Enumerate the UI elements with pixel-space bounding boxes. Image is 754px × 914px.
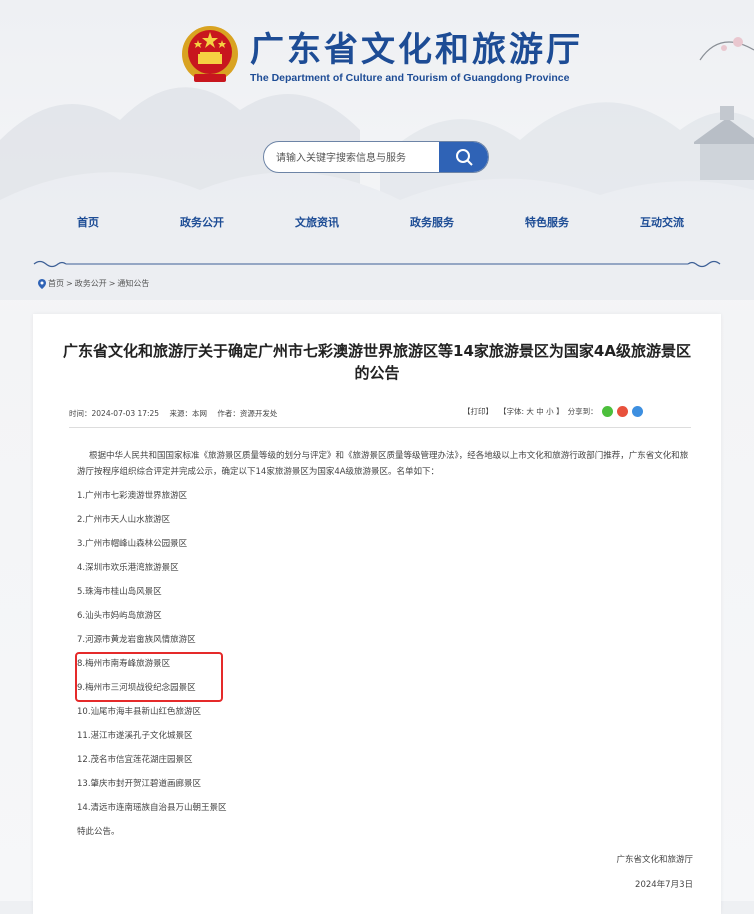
highlight-box (75, 652, 223, 702)
list-item: 12.茂名市信宜莲花湖庄园景区 (77, 755, 193, 765)
publish-time: 时间：2024-07-03 17:25 (69, 409, 160, 418)
print-button[interactable]: 【打印】 (463, 406, 493, 417)
search-input[interactable] (264, 142, 456, 172)
list-item: 10.汕尾市海丰县新山红色旅游区 (77, 707, 202, 717)
search-icon (456, 149, 473, 166)
site-title: 广东省文化和旅游厅 (250, 30, 583, 70)
weibo-share-icon[interactable] (616, 406, 628, 417)
article-author: 作者：资源开发处 (217, 409, 278, 418)
search-button[interactable] (439, 142, 488, 172)
site-subtitle: The Department of Culture and Tourism of… (250, 72, 570, 84)
article-intro: 根据中华人民共和国国家标准《旅游景区质量等级的划分与评定》和《旅游景区质量等级管… (77, 451, 689, 477)
list-item: 5.珠海市桂山岛风景区 (77, 587, 162, 597)
article-card: 广东省文化和旅游厅关于确定广州市七彩澳游世界旅游区等14家旅游景区为国家4A级旅… (33, 314, 721, 914)
meta-divider (69, 427, 691, 428)
signature-organization: 广东省文化和旅游厅 (616, 855, 693, 865)
article-tools: 【打印】 【字体: 大 中 小 】 分享到： (463, 406, 643, 417)
site-header: 广东省文化和旅游厅 The Department of Culture and … (0, 0, 754, 300)
nav-item-special-services[interactable]: 特色服务 (525, 214, 569, 230)
article-title: 广东省文化和旅游厅关于确定广州市七彩澳游世界旅游区等14家旅游景区为国家4A级旅… (63, 342, 691, 382)
nav-item-interaction[interactable]: 互动交流 (640, 214, 684, 230)
font-size-control[interactable]: 【字体: 大 中 小 】 (499, 406, 564, 417)
list-item: 11.湛江市遂溪孔子文化城景区 (77, 731, 193, 741)
pavilion-decoration-icon (694, 37, 754, 180)
location-pin-icon (38, 278, 46, 289)
list-item: 1.广州市七彩澳游世界旅游区 (77, 491, 188, 501)
breadcrumb: 首页 > 政务公开 > 通知公告 (38, 278, 149, 289)
nav-item-government-services[interactable]: 政务服务 (410, 214, 454, 230)
list-item: 13.肇庆市封开贺江碧道画廊景区 (77, 779, 202, 789)
nav-item-government-affairs[interactable]: 政务公开 (180, 214, 224, 230)
breadcrumb-separator: > (66, 279, 73, 288)
breadcrumb-separator: > (108, 279, 116, 288)
wave-divider (33, 260, 721, 268)
list-item: 3.广州市帽峰山森林公园景区 (77, 539, 188, 549)
qq-share-icon[interactable] (631, 406, 643, 417)
article-meta: 时间：2024-07-03 17:25 来源：本网 作者：资源开发处 (69, 408, 285, 419)
breadcrumb-notices[interactable]: 通知公告 (117, 278, 149, 289)
breadcrumb-government-affairs[interactable]: 政务公开 (75, 278, 107, 289)
breadcrumb-home[interactable]: 首页 (48, 278, 64, 289)
list-item: 7.河源市黄龙岩畲族风情旅游区 (77, 635, 196, 645)
main-nav: 首页 政务公开 文旅资讯 政务服务 特色服务 互动交流 (0, 214, 754, 244)
signature-date: 2024年7月3日 (635, 880, 693, 890)
article-source: 来源：本网 (169, 409, 207, 418)
list-item: 6.汕头市妈屿岛旅游区 (77, 611, 162, 621)
search-box (263, 141, 489, 173)
nav-item-culture-tourism-news[interactable]: 文旅资讯 (295, 214, 339, 230)
list-item: 14.清远市连南瑶族自治县万山朝王景区 (77, 803, 227, 813)
share-label: 分享到： (567, 407, 598, 416)
wechat-share-icon[interactable] (601, 406, 613, 417)
nav-item-home[interactable]: 首页 (77, 214, 99, 230)
list-item: 2.广州市天人山水旅游区 (77, 515, 171, 525)
list-item: 4.深圳市欢乐港湾旅游景区 (77, 563, 179, 573)
national-emblem-icon (182, 26, 238, 82)
closing-text: 特此公告。 (77, 827, 120, 837)
